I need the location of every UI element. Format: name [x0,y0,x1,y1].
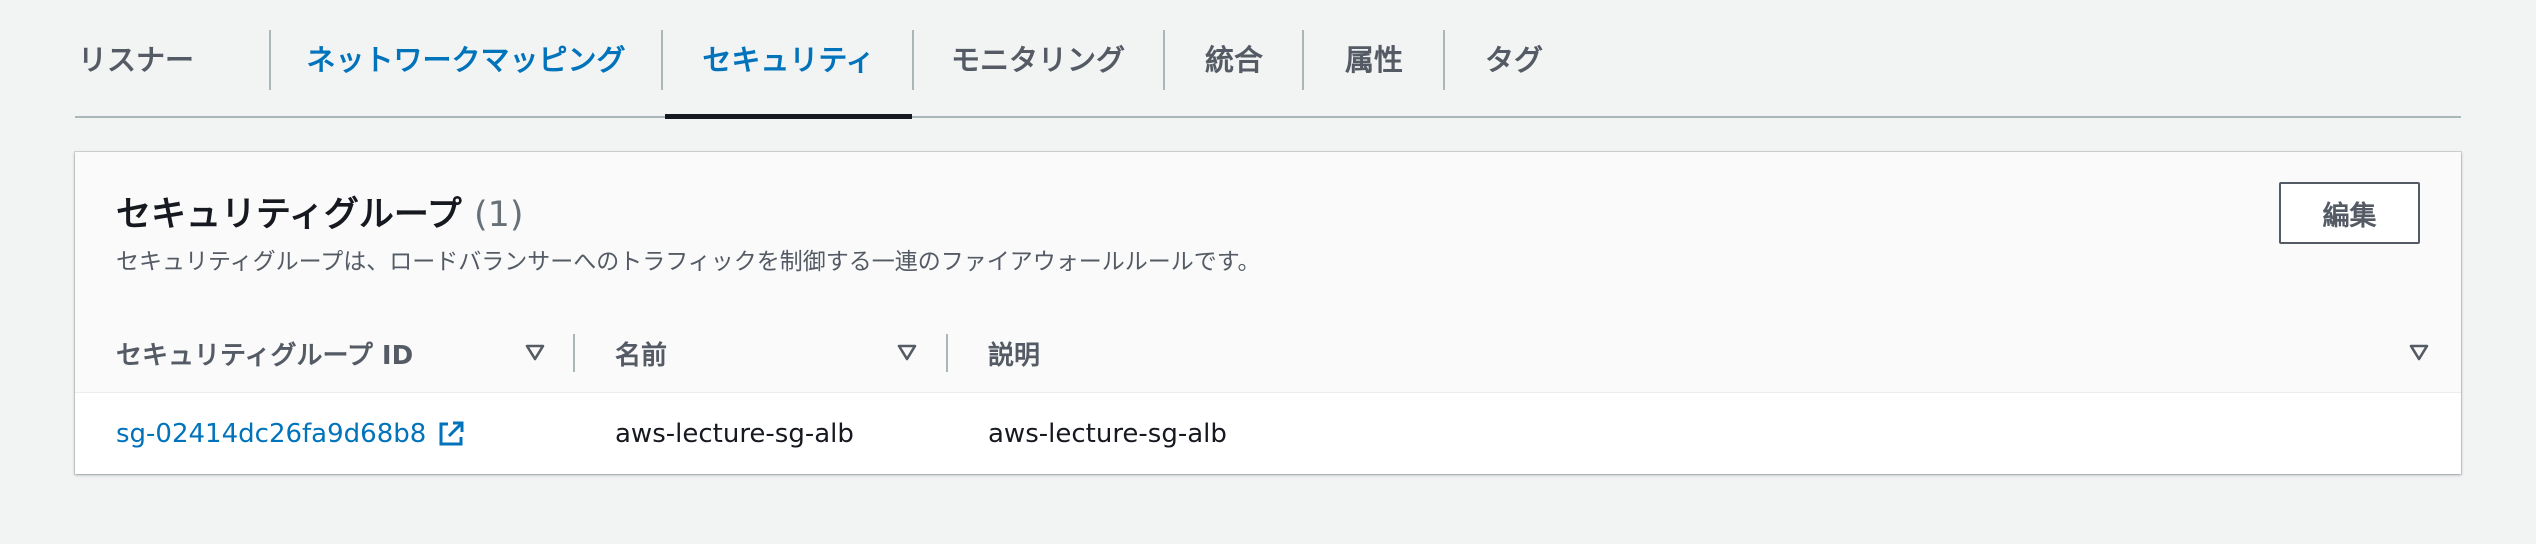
tab-divider [912,30,914,90]
tab-security[interactable]: セキュリティ [665,0,912,119]
tab-listeners[interactable]: リスナー [75,0,197,116]
edit-button[interactable]: 編集 [2279,182,2420,244]
tab-monitoring[interactable]: モニタリング [951,0,1125,116]
tab-divider [1443,30,1445,90]
caret-down-icon[interactable] [2407,340,2431,364]
tab-divider [1163,30,1165,90]
tab-divider [269,30,271,90]
cell-description: aws-lecture-sg-alb [988,418,1227,449]
panel-header: セキュリティグループ (1) セキュリティグループは、ロードバランサーへのトラフ… [75,152,2461,315]
panel-title-text: セキュリティグループ [116,195,462,235]
cell-name: aws-lecture-sg-alb [615,418,854,449]
column-header-name[interactable]: 名前 [615,314,667,392]
caret-down-icon[interactable] [895,340,919,364]
panel-title-count: (1) [474,195,524,235]
external-link-icon[interactable] [436,419,466,449]
column-resizer[interactable] [946,334,948,372]
tab-divider [661,30,663,90]
cell-security-group-id: sg-02414dc26fa9d68b8 [116,393,466,474]
security-groups-panel: セキュリティグループ (1) セキュリティグループは、ロードバランサーへのトラフ… [75,152,2461,474]
tab-divider [1302,30,1304,90]
table-row: sg-02414dc26fa9d68b8 aws-lecture-sg-alb … [75,393,2461,474]
column-header-security-group-id[interactable]: セキュリティグループ ID [116,314,413,392]
panel-title: セキュリティグループ (1) [116,186,524,237]
tab-attributes[interactable]: 属性 [1345,0,1403,116]
security-group-link[interactable]: sg-02414dc26fa9d68b8 [116,419,426,449]
caret-down-icon[interactable] [523,340,547,364]
tab-tags[interactable]: タグ [1485,0,1543,116]
panel-description: セキュリティグループは、ロードバランサーへのトラフィックを制御する一連のファイア… [116,249,1261,275]
tab-bar: リスナー ネットワークマッピング セキュリティ モニタリング 統合 属性 タグ [75,0,2461,119]
tab-integrations[interactable]: 統合 [1205,0,1263,116]
tab-network-mapping[interactable]: ネットワークマッピング [307,0,626,116]
column-resizer[interactable] [573,334,575,372]
table-header: セキュリティグループ ID 名前 説明 [75,314,2461,393]
column-header-description[interactable]: 説明 [988,314,1040,392]
